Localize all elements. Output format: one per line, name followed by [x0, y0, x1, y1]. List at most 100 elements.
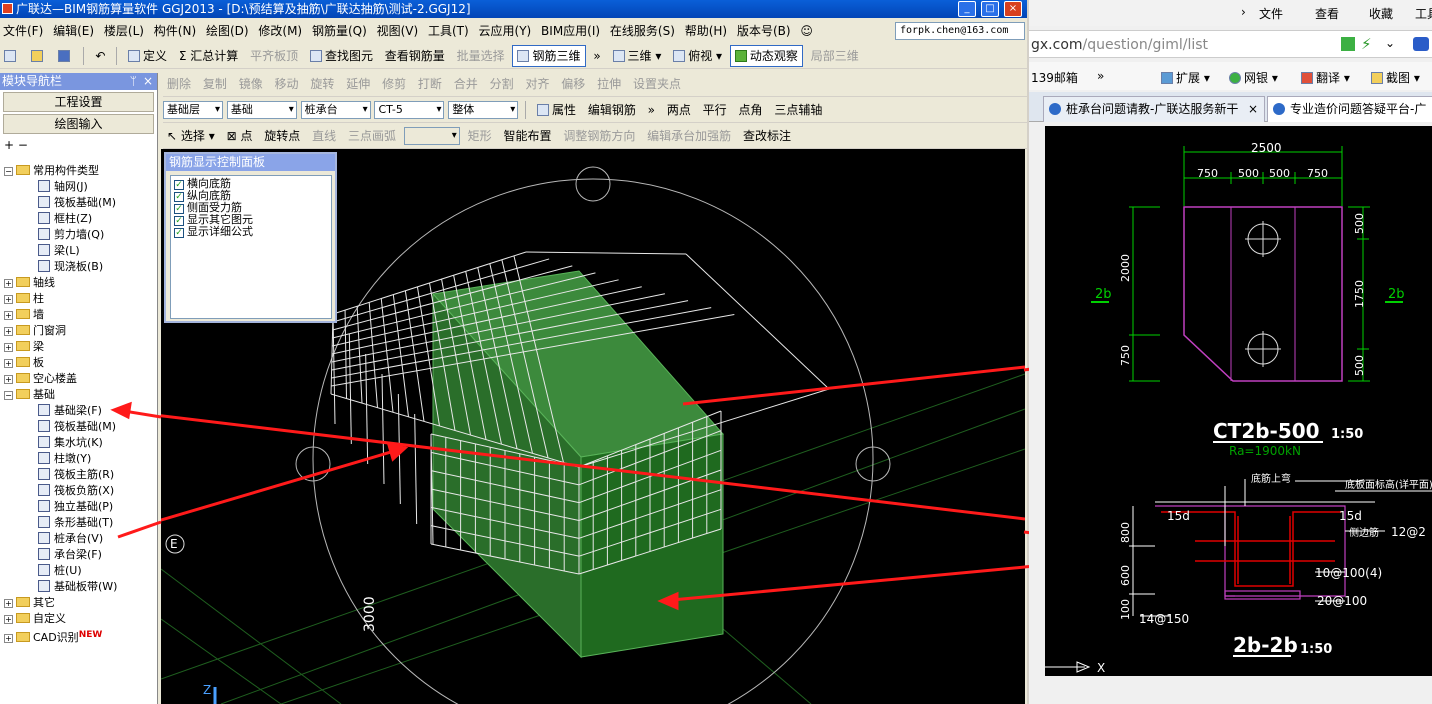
menu-edit[interactable]: 编辑(E) [50, 20, 97, 42]
smiley-icon[interactable]: ☺ [797, 20, 816, 42]
check-annotation-button[interactable]: 查改标注 [739, 124, 795, 148]
align-button[interactable]: 对齐 [521, 72, 553, 96]
three-point-arc-button[interactable]: 三点画弧 [344, 124, 400, 148]
floor-select[interactable]: 基础层 [163, 101, 223, 119]
tree-folder[interactable]: − 常用构件类型 [4, 163, 99, 179]
expand-icon[interactable]: + [4, 311, 13, 320]
tree-folder[interactable]: + 梁 [4, 339, 44, 355]
close-button[interactable]: × [1004, 1, 1022, 17]
menu-help[interactable]: 帮助(H) [682, 20, 730, 42]
undo-icon[interactable]: ↶ [91, 44, 109, 68]
tree-item[interactable]: 梁(L) [38, 243, 80, 259]
dropdown-chevron-icon[interactable]: ⌄ [1385, 36, 1395, 50]
menu-online-service[interactable]: 在线服务(S) [607, 20, 678, 42]
expand-icon[interactable]: + [4, 279, 13, 288]
stretch-button[interactable]: 拉伸 [593, 72, 625, 96]
tree-folder[interactable]: + 板 [4, 355, 44, 371]
save-icon[interactable] [54, 44, 77, 68]
tree-item[interactable]: 筏板基础(M) [38, 195, 116, 211]
tree-item[interactable]: 基础板带(W) [38, 579, 117, 595]
extension-icon[interactable] [1413, 37, 1429, 51]
arc-option-select[interactable] [403, 127, 460, 145]
checkbox-checked-icon[interactable]: ✓ [174, 216, 184, 226]
open-file-icon[interactable] [27, 44, 50, 68]
edit-rebar-button[interactable]: 编辑钢筋 [584, 98, 640, 122]
rebar-3d-button[interactable]: 钢筋三维 [512, 45, 586, 67]
tree-item[interactable]: 筏板主筋(R) [38, 467, 114, 483]
lightning-icon[interactable]: ⚡ [1361, 35, 1372, 53]
component-type-select[interactable]: 桩承台 [300, 101, 371, 119]
tree-item[interactable]: 筏板基础(M) [38, 419, 116, 435]
menu-draw[interactable]: 绘图(D) [203, 20, 252, 42]
expand-icon[interactable]: + [4, 634, 13, 643]
menu-file[interactable]: 文件(F) [0, 20, 46, 42]
address-bar[interactable]: gx.com/question/giml/list ⚡ ⌄ [1029, 30, 1432, 58]
top-view-button[interactable]: 俯视 ▾ [669, 44, 726, 68]
tree-item[interactable]: 基础梁(F) [38, 403, 102, 419]
menu-version[interactable]: 版本号(B) [734, 20, 794, 42]
toolbar3-more[interactable]: » [644, 98, 659, 122]
delete-button[interactable]: 删除 [163, 72, 195, 96]
tree-item[interactable]: 条形基础(T) [38, 515, 113, 531]
menu-tools[interactable]: 工具(T) [425, 20, 472, 42]
tree-item[interactable]: 筏板负筋(X) [38, 483, 114, 499]
expand-icon[interactable]: + [4, 327, 13, 336]
expand-icon[interactable]: + [4, 295, 13, 304]
tree-item[interactable]: 承台梁(F) [38, 547, 102, 563]
split-button[interactable]: 分割 [486, 72, 518, 96]
component-name-select[interactable]: CT-5 [374, 101, 445, 119]
3d-view-button[interactable]: 三维 ▾ [609, 44, 666, 68]
mirror-button[interactable]: 镜像 [235, 72, 267, 96]
tree-folder[interactable]: + 墙 [4, 307, 44, 323]
tree-folder[interactable]: + 轴线 [4, 275, 55, 291]
rectangle-tool-button[interactable]: 矩形 [464, 124, 496, 148]
tree-item[interactable]: 轴网(J) [38, 179, 88, 195]
line-tool-button[interactable]: 直线 [308, 124, 340, 148]
collapse-icon[interactable]: − [4, 391, 13, 400]
browser-menu-tools[interactable]: 工具 [1415, 5, 1432, 22]
tree-item[interactable]: 桩(U) [38, 563, 82, 579]
new-file-icon[interactable] [0, 44, 23, 68]
menu-floor[interactable]: 楼层(L) [101, 20, 147, 42]
offset-button[interactable]: 偏移 [557, 72, 589, 96]
expand-icon[interactable]: + [4, 359, 13, 368]
define-button[interactable]: 定义 [124, 44, 171, 68]
flush-slab-top-button[interactable]: 平齐板顶 [246, 44, 302, 68]
dynamic-orbit-button[interactable]: 动态观察 [729, 45, 803, 67]
expand-icon[interactable]: + [4, 343, 13, 352]
tree-item[interactable]: 剪力墙(Q) [38, 227, 104, 243]
collapse-icon[interactable]: − [4, 167, 13, 176]
tree-expand-collapse[interactable]: + − [0, 134, 157, 156]
account-dropdown[interactable]: forpk.chen@163.com [895, 22, 1025, 40]
minimize-button[interactable]: _ [958, 1, 976, 17]
tree-folder[interactable]: − 基础 [4, 387, 55, 403]
browser-menu-file[interactable]: 文件 [1259, 5, 1283, 22]
rotate-point-button[interactable]: 旋转点 [260, 124, 304, 148]
browser-tab-qa-platform[interactable]: 专业造价问题答疑平台-广 [1267, 96, 1432, 122]
tree-item[interactable]: 桩承台(V) [38, 531, 103, 547]
nav-close-icon[interactable]: × [143, 73, 153, 90]
menu-component[interactable]: 构件(N) [151, 20, 199, 42]
tree-folder[interactable]: + 其它 [4, 595, 55, 611]
option-show-detailed-formula[interactable]: ✓ 显示详细公式 [174, 226, 328, 238]
select-tool-button[interactable]: ↖ 选择 ▾ [163, 124, 219, 148]
pin-icon[interactable]: ᛘ [130, 73, 137, 90]
drawing-input-button[interactable]: 绘图输入 [3, 114, 154, 134]
bookmark-more[interactable]: » [1097, 69, 1104, 83]
tree-item[interactable]: 框柱(Z) [38, 211, 92, 227]
find-element-button[interactable]: 查找图元 [306, 44, 377, 68]
toolbar1-more[interactable]: » [589, 44, 604, 68]
view-rebar-quantity-button[interactable]: 查看钢筋量 [381, 44, 449, 68]
merge-button[interactable]: 合并 [450, 72, 482, 96]
qr-icon[interactable] [1341, 37, 1355, 51]
three-point-axis-button[interactable]: 三点辅轴 [770, 98, 826, 122]
set-grip-button[interactable]: 设置夹点 [629, 72, 685, 96]
two-point-axis-button[interactable]: 两点 [663, 98, 695, 122]
menu-rebar-quantity[interactable]: 钢筋量(Q) [309, 20, 370, 42]
move-button[interactable]: 移动 [271, 72, 303, 96]
smart-layout-button[interactable]: 智能布置 [499, 124, 555, 148]
expand-icon[interactable]: + [4, 599, 13, 608]
browser-menu-favorites[interactable]: 收藏 [1369, 5, 1393, 22]
tree-folder[interactable]: + 自定义 [4, 611, 66, 627]
copy-button[interactable]: 复制 [199, 72, 231, 96]
